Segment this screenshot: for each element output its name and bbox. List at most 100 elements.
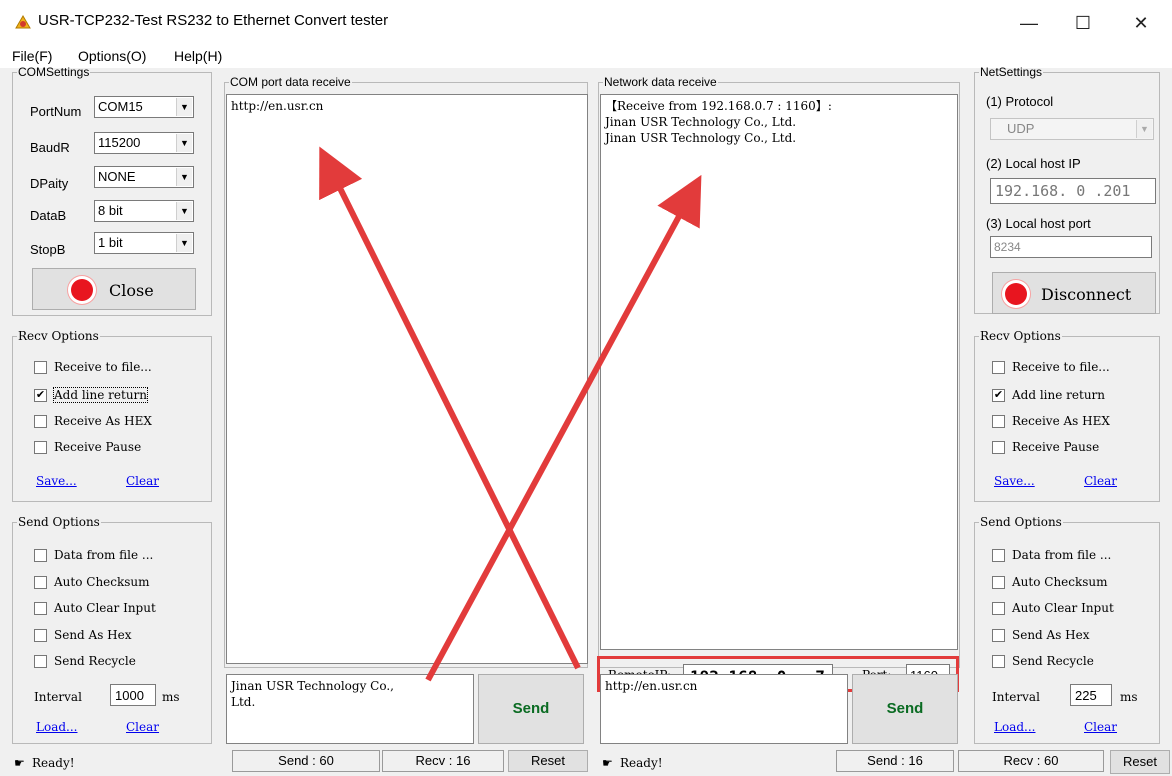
- right-ready-icon: ☛: [602, 756, 613, 770]
- net-receive-legend: Network data receive: [604, 75, 717, 89]
- com-send-button[interactable]: Send: [478, 674, 584, 744]
- right-send-options-legend: Send Options: [980, 515, 1062, 529]
- right-save-link[interactable]: Save...: [994, 474, 1035, 488]
- right-load-link[interactable]: Load...: [994, 720, 1035, 734]
- checkbox[interactable]: [992, 576, 1005, 589]
- net-receive-textarea[interactable]: 【Receive from 192.168.0.7 : 1160】: Jinan…: [600, 94, 958, 650]
- chevron-down-icon: ▼: [176, 234, 192, 252]
- checkbox[interactable]: [992, 655, 1005, 668]
- right-interval-unit: ms: [1120, 690, 1138, 704]
- net-settings-legend: NetSettings: [980, 65, 1043, 79]
- checkbox[interactable]: [34, 602, 47, 615]
- left-send-clear-link[interactable]: Clear: [126, 720, 159, 734]
- chevron-down-icon: ▼: [176, 168, 192, 186]
- right-send-clear-link[interactable]: Clear: [1084, 720, 1117, 734]
- checkbox[interactable]: [34, 655, 47, 668]
- left-send-options-legend: Send Options: [18, 515, 100, 529]
- disconnect-label: Disconnect: [1041, 285, 1132, 304]
- menu-help[interactable]: Help(H): [174, 48, 222, 64]
- chevron-down-icon: ▼: [176, 134, 192, 152]
- checkbox-checked[interactable]: ✔: [992, 389, 1005, 402]
- left-ready-status: Ready!: [32, 756, 75, 770]
- protocol-select[interactable]: UDP ▼: [990, 118, 1154, 140]
- menu-file[interactable]: File(F): [12, 48, 52, 64]
- right-interval-input[interactable]: 225: [1070, 684, 1112, 706]
- chevron-down-icon: ▼: [176, 202, 192, 220]
- checkbox[interactable]: [992, 441, 1005, 454]
- local-ip-label: (2) Local host IP: [986, 156, 1081, 171]
- right-ready-status: Ready!: [620, 756, 663, 770]
- right-send-count: Send : 16: [836, 750, 954, 772]
- left-reset-button[interactable]: Reset: [508, 750, 588, 772]
- checkbox[interactable]: [34, 361, 47, 374]
- checkbox[interactable]: [992, 361, 1005, 374]
- checkbox[interactable]: [34, 629, 47, 642]
- chevron-down-icon: ▼: [176, 98, 192, 116]
- local-ip-input[interactable]: 192.168. 0 .201: [990, 178, 1156, 204]
- checkbox[interactable]: [992, 629, 1005, 642]
- local-port-input[interactable]: 8234: [990, 236, 1152, 258]
- parity-label: DPaity: [30, 176, 69, 191]
- checkbox[interactable]: [992, 415, 1005, 428]
- right-recv-count: Recv : 60: [958, 750, 1104, 772]
- checkbox[interactable]: [992, 549, 1005, 562]
- right-recv-clear-link[interactable]: Clear: [1084, 474, 1117, 488]
- parity-value: NONE: [98, 169, 136, 184]
- baud-select[interactable]: 115200 ▼: [94, 132, 194, 154]
- left-recv-options-legend: Recv Options: [18, 329, 99, 343]
- right-reset-button[interactable]: Reset: [1110, 750, 1170, 774]
- baud-label: BaudR: [30, 140, 70, 155]
- com-send-input[interactable]: Jinan USR Technology Co., Ltd.: [226, 674, 474, 744]
- checkbox[interactable]: [992, 602, 1005, 615]
- left-recv-clear-link[interactable]: Clear: [126, 474, 159, 488]
- port-value: COM15: [98, 99, 143, 114]
- com-settings-legend: COMSettings: [18, 65, 90, 79]
- window-title: USR-TCP232-Test RS232 to Ethernet Conver…: [38, 12, 389, 29]
- databits-value: 8 bit: [98, 203, 123, 218]
- checkbox[interactable]: [34, 415, 47, 428]
- port-label: PortNum: [30, 104, 82, 119]
- checkbox-checked[interactable]: ✔: [34, 389, 47, 402]
- databits-select[interactable]: 8 bit ▼: [94, 200, 194, 222]
- com-receive-legend: COM port data receive: [230, 75, 351, 89]
- status-light-icon: [71, 279, 93, 301]
- net-send-button[interactable]: Send: [852, 674, 958, 744]
- protocol-label: (1) Protocol: [986, 94, 1054, 109]
- net-send-input[interactable]: http://en.usr.cn: [600, 674, 848, 744]
- menu-options[interactable]: Options(O): [78, 48, 146, 64]
- checkbox[interactable]: [34, 441, 47, 454]
- disconnect-button[interactable]: Disconnect: [992, 272, 1156, 314]
- close-window-button[interactable]: ✕: [1118, 8, 1164, 38]
- chevron-down-icon: ▼: [1136, 120, 1152, 138]
- app-window: USR-TCP232-Test RS232 to Ethernet Conver…: [0, 0, 1172, 776]
- app-logo-icon: [15, 15, 31, 29]
- stopbits-label: StopB: [30, 242, 66, 257]
- stopbits-select[interactable]: 1 bit ▼: [94, 232, 194, 254]
- maximize-button[interactable]: ☐: [1060, 8, 1106, 38]
- left-interval-input[interactable]: 1000: [110, 684, 156, 706]
- left-interval-label: Interval: [34, 690, 82, 704]
- left-interval-unit: ms: [162, 690, 180, 704]
- local-port-label: (3) Local host port: [986, 216, 1091, 231]
- minimize-button[interactable]: —: [1006, 8, 1052, 38]
- right-recv-options-legend: Recv Options: [980, 329, 1061, 343]
- left-send-count: Send : 60: [232, 750, 380, 772]
- baud-value: 115200: [98, 135, 141, 150]
- title-bar: USR-TCP232-Test RS232 to Ethernet Conver…: [0, 0, 1172, 46]
- com-receive-textarea[interactable]: http://en.usr.cn: [226, 94, 588, 664]
- protocol-value: UDP: [1007, 121, 1035, 136]
- parity-select[interactable]: NONE ▼: [94, 166, 194, 188]
- checkbox[interactable]: [34, 549, 47, 562]
- status-light-icon: [1005, 283, 1027, 305]
- port-select[interactable]: COM15 ▼: [94, 96, 194, 118]
- right-interval-label: Interval: [992, 690, 1040, 704]
- left-save-link[interactable]: Save...: [36, 474, 77, 488]
- close-port-button[interactable]: Close: [32, 268, 196, 310]
- checkbox[interactable]: [34, 576, 47, 589]
- stopbits-value: 1 bit: [98, 235, 123, 250]
- close-port-label: Close: [109, 281, 154, 300]
- left-load-link[interactable]: Load...: [36, 720, 77, 734]
- databits-label: DataB: [30, 208, 67, 223]
- left-ready-icon: ☛: [14, 756, 25, 770]
- left-recv-count: Recv : 16: [382, 750, 504, 772]
